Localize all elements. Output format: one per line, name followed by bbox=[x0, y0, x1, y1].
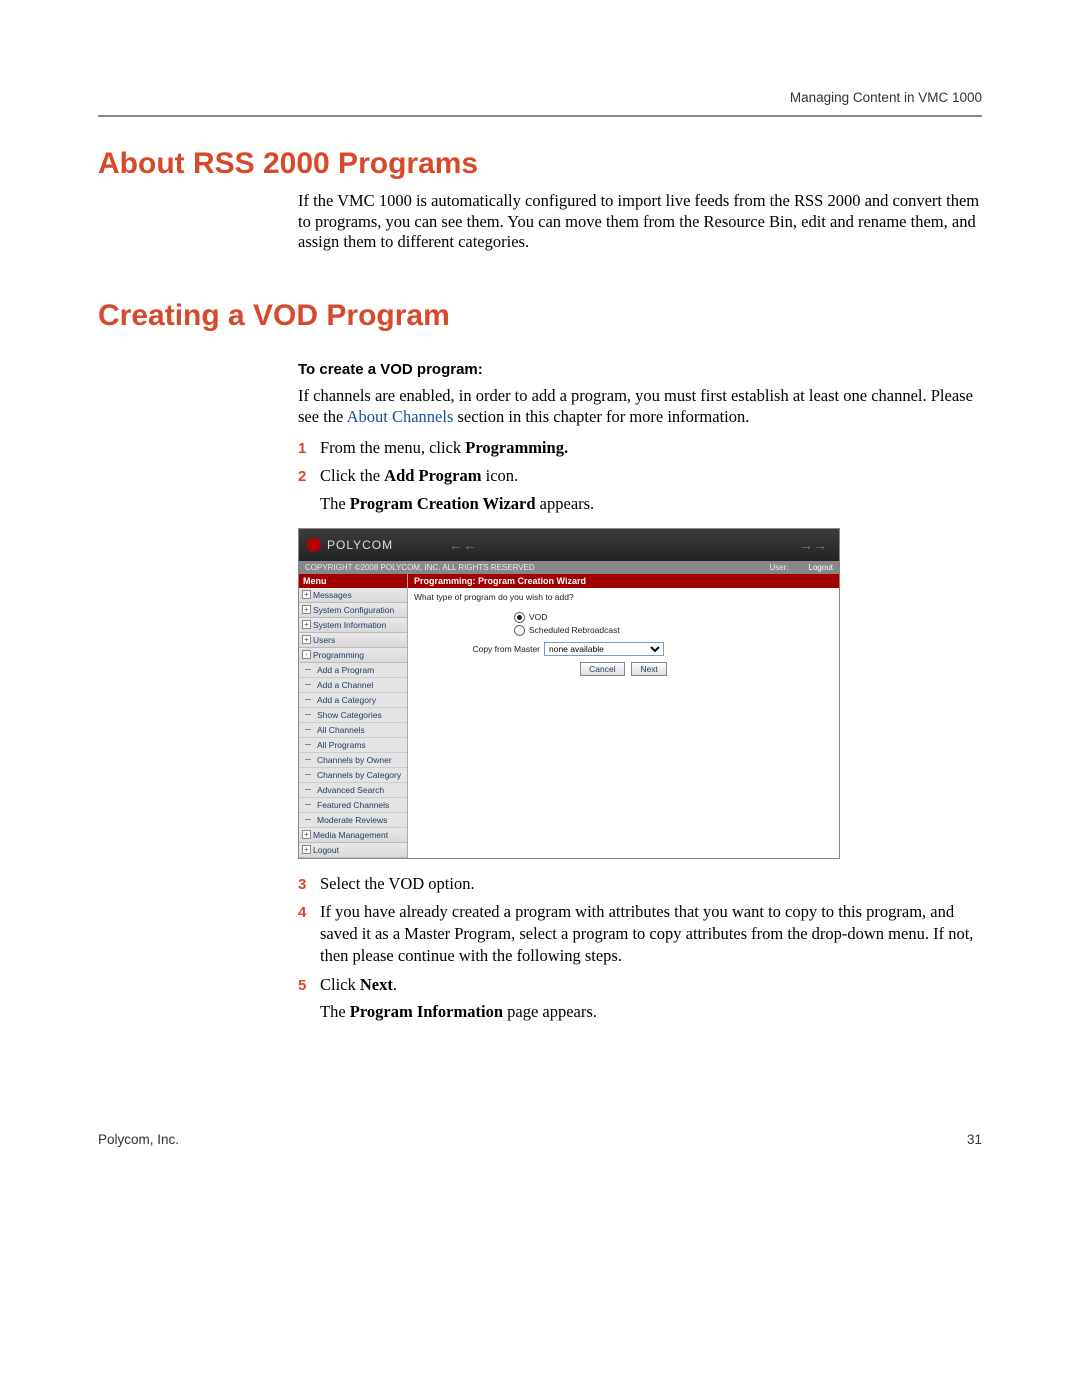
menu-moderate-reviews[interactable]: Moderate Reviews bbox=[299, 813, 407, 828]
step-4: 4 If you have already created a program … bbox=[298, 901, 982, 968]
footer-left: Polycom, Inc. bbox=[98, 1132, 179, 1147]
menu-channels-by-category[interactable]: Channels by Category bbox=[299, 768, 407, 783]
nav-forward-icon[interactable]: →→ bbox=[799, 537, 827, 553]
note-a-pre: The bbox=[320, 494, 350, 513]
menu-header: Menu bbox=[299, 574, 407, 588]
copy-from-master-select[interactable]: none available bbox=[544, 642, 664, 656]
step-3: 3 Select the VOD option. bbox=[298, 873, 982, 895]
menu-featured-channels[interactable]: Featured Channels bbox=[299, 798, 407, 813]
menu-channels-by-owner[interactable]: Channels by Owner bbox=[299, 753, 407, 768]
step-1-pre: From the menu, click bbox=[320, 438, 465, 457]
steps-list-b: 3 Select the VOD option. 4 If you have a… bbox=[298, 873, 982, 996]
step-5: 5 Click Next. bbox=[298, 974, 982, 996]
step-number: 4 bbox=[298, 903, 320, 923]
wizard-question: What type of program do you wish to add? bbox=[414, 592, 833, 602]
step-3-text: Select the VOD option. bbox=[320, 873, 982, 895]
radio-vod-icon[interactable] bbox=[514, 612, 525, 623]
menu-all-channels[interactable]: All Channels bbox=[299, 723, 407, 738]
step-2: 2 Click the Add Program icon. bbox=[298, 465, 982, 487]
polycom-logo-icon bbox=[307, 538, 321, 552]
wizard-title: Programming: Program Creation Wizard bbox=[408, 574, 839, 588]
app-copyright-bar: COPYRIGHT ©2008 POLYCOM, INC. ALL RIGHTS… bbox=[299, 561, 839, 574]
copyright-text: COPYRIGHT ©2008 POLYCOM, INC. ALL RIGHTS… bbox=[305, 563, 535, 572]
next-button[interactable]: Next bbox=[631, 662, 666, 676]
section1-body: If the VMC 1000 is automatically configu… bbox=[298, 191, 982, 253]
step-2-post: icon. bbox=[481, 466, 518, 485]
nav-back-icon[interactable]: ←← bbox=[449, 537, 477, 553]
page-number: 31 bbox=[967, 1132, 982, 1147]
option-vod[interactable]: VOD bbox=[514, 612, 833, 623]
steps-list-a: 1 From the menu, click Programming. 2 Cl… bbox=[298, 437, 982, 488]
heading-creating-vod: Creating a VOD Program bbox=[98, 299, 982, 333]
step-5-bold: Next bbox=[360, 975, 393, 994]
menu-add-category[interactable]: Add a Category bbox=[299, 693, 407, 708]
menu-programming[interactable]: Programming bbox=[299, 648, 407, 663]
step-number: 3 bbox=[298, 875, 320, 895]
wizard-screenshot: POLYCOM ←← →→ COPYRIGHT ©2008 POLYCOM, I… bbox=[298, 528, 840, 859]
menu-messages[interactable]: Messages bbox=[299, 588, 407, 603]
option-scheduled-label: Scheduled Rebroadcast bbox=[529, 625, 620, 635]
option-scheduled[interactable]: Scheduled Rebroadcast bbox=[514, 625, 833, 636]
app-menu: Menu Messages System Configuration Syste… bbox=[299, 574, 408, 858]
menu-logout[interactable]: Logout bbox=[299, 843, 407, 858]
option-vod-label: VOD bbox=[529, 612, 547, 622]
note-b-pre: The bbox=[320, 1002, 350, 1021]
menu-add-channel[interactable]: Add a Channel bbox=[299, 678, 407, 693]
heading-about-rss: About RSS 2000 Programs bbox=[98, 147, 982, 181]
menu-users[interactable]: Users bbox=[299, 633, 407, 648]
logout-link[interactable]: Logout bbox=[809, 563, 833, 572]
note-b-post: page appears. bbox=[503, 1002, 597, 1021]
link-about-channels[interactable]: About Channels bbox=[347, 407, 454, 426]
menu-system-information[interactable]: System Information bbox=[299, 618, 407, 633]
step-number: 2 bbox=[298, 467, 320, 487]
note-a-post: appears. bbox=[536, 494, 595, 513]
user-label: User: bbox=[769, 563, 788, 572]
intro-paragraph: If channels are enabled, in order to add… bbox=[298, 386, 982, 427]
note-wizard-appears: The Program Creation Wizard appears. bbox=[320, 494, 982, 514]
header-rule bbox=[98, 115, 982, 117]
cancel-button[interactable]: Cancel bbox=[580, 662, 624, 676]
step-number: 1 bbox=[298, 439, 320, 459]
subhead-to-create: To create a VOD program: bbox=[298, 361, 982, 378]
copy-from-master-label: Copy from Master bbox=[454, 644, 540, 654]
step-2-pre: Click the bbox=[320, 466, 384, 485]
step-5-pre: Click bbox=[320, 975, 360, 994]
intro-after: section in this chapter for more informa… bbox=[453, 407, 749, 426]
menu-media-management[interactable]: Media Management bbox=[299, 828, 407, 843]
note-program-info: The Program Information page appears. bbox=[320, 1002, 982, 1022]
step-2-bold: Add Program bbox=[384, 466, 481, 485]
menu-show-categories[interactable]: Show Categories bbox=[299, 708, 407, 723]
menu-all-programs[interactable]: All Programs bbox=[299, 738, 407, 753]
step-4-text: If you have already created a program wi… bbox=[320, 901, 982, 968]
note-b-bold: Program Information bbox=[350, 1002, 503, 1021]
step-5-post: . bbox=[393, 975, 397, 994]
running-header: Managing Content in VMC 1000 bbox=[98, 90, 982, 105]
menu-advanced-search[interactable]: Advanced Search bbox=[299, 783, 407, 798]
radio-scheduled-icon[interactable] bbox=[514, 625, 525, 636]
step-number: 5 bbox=[298, 976, 320, 996]
step-1-bold: Programming. bbox=[465, 438, 568, 457]
menu-add-program[interactable]: Add a Program bbox=[299, 663, 407, 678]
menu-system-configuration[interactable]: System Configuration bbox=[299, 603, 407, 618]
note-a-bold: Program Creation Wizard bbox=[350, 494, 536, 513]
app-banner: POLYCOM ←← →→ bbox=[299, 529, 839, 561]
step-1: 1 From the menu, click Programming. bbox=[298, 437, 982, 459]
brand-text: POLYCOM bbox=[327, 538, 393, 552]
